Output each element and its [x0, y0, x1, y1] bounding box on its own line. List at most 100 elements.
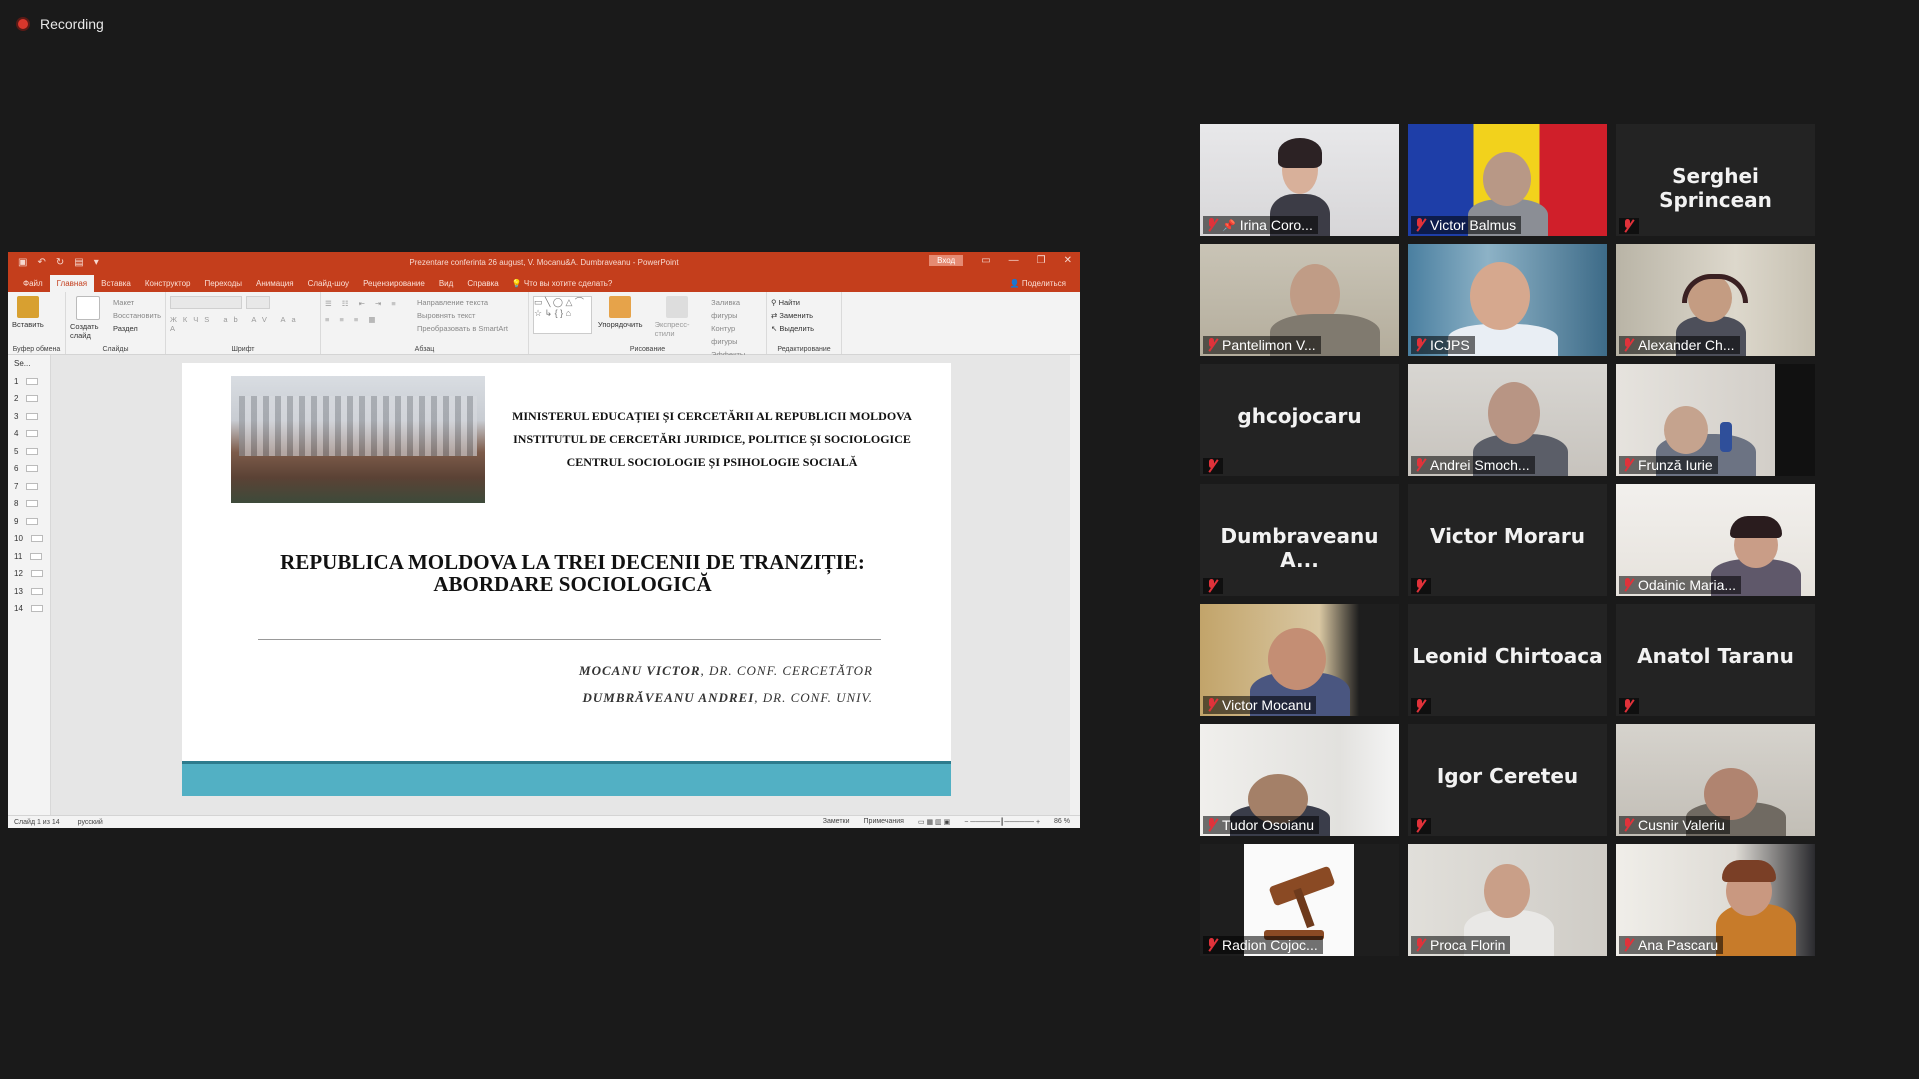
thumbnail-item[interactable]: 9	[8, 513, 50, 531]
tab-help[interactable]: Справка	[460, 275, 505, 292]
participant-tile[interactable]: Leonid Chirtoaca	[1408, 604, 1607, 716]
participant-tile[interactable]: Proca Florin	[1408, 844, 1607, 956]
participant-tile[interactable]: Odainic Maria...	[1616, 484, 1815, 596]
comments-button[interactable]: Примечания	[864, 818, 904, 826]
participant-tile[interactable]: Andrei Smoch...	[1408, 364, 1607, 476]
minimize-icon[interactable]: —	[1009, 255, 1019, 266]
font-format-buttons[interactable]: ЖКЧS ab AV Aa A	[170, 315, 316, 333]
layout-button[interactable]: Макет	[113, 296, 161, 309]
ribbon-display-icon[interactable]: ▭	[981, 255, 990, 266]
share-button[interactable]: 👤 Поделиться	[1010, 279, 1066, 288]
participant-tile[interactable]: Victor Balmus	[1408, 124, 1607, 236]
tab-review[interactable]: Рецензирование	[356, 275, 432, 292]
muted-mic-icon	[1414, 938, 1426, 952]
participant-tile[interactable]: Anatol Taranu	[1616, 604, 1815, 716]
participant-tile[interactable]: ghcojocaru	[1200, 364, 1399, 476]
close-icon[interactable]: ✕	[1064, 255, 1072, 266]
align-text-button[interactable]: Выровнять текст	[417, 309, 508, 322]
zoom-slider[interactable]: − ──────┃────── +	[964, 818, 1040, 826]
participant-tile[interactable]: Dumbraveanu A...	[1200, 484, 1399, 596]
recording-indicator[interactable]: Recording	[16, 16, 104, 32]
editing-group: ⚲ Найти ⇄ Заменить ↖ Выделить Редактиров…	[767, 292, 842, 354]
thumbnail-item[interactable]: 2	[8, 390, 50, 408]
replace-button[interactable]: ⇄ Заменить	[771, 309, 837, 322]
tab-design[interactable]: Конструктор	[138, 275, 198, 292]
tab-view[interactable]: Вид	[432, 275, 460, 292]
participant-display-name: Victor Moraru	[1429, 524, 1586, 548]
tell-me-search[interactable]: 💡 Что вы хотите сделать?	[506, 275, 619, 292]
participant-tile[interactable]: Cusnir Valeriu	[1616, 724, 1815, 836]
paragraph-format-buttons[interactable]: ☰ ☷ ⇤ ⇥ ≡ ≡ ≡ ≡ ▦	[325, 296, 411, 350]
thumbnail-item[interactable]: 1	[8, 373, 50, 391]
new-slide-button[interactable]: Создать слайд	[70, 296, 107, 350]
participant-tile[interactable]: Pantelimon V...	[1200, 244, 1399, 356]
login-button[interactable]: Вход	[929, 255, 964, 266]
tab-insert[interactable]: Вставка	[94, 275, 138, 292]
shapes-gallery[interactable]: ▭ ╲ ◯ △ ⌒ ☆ ↳ { } ⌂	[533, 296, 592, 334]
reset-button[interactable]: Восстановить	[113, 309, 161, 322]
find-button[interactable]: ⚲ Найти	[771, 296, 837, 309]
slide-thumbnails-pane[interactable]: Se... 1 2 3 4 5 6 7 8 9 10 11 12 13 14	[8, 355, 51, 818]
shape-outline-button[interactable]: Контур фигуры	[711, 322, 762, 348]
thumbnail-item[interactable]: 11	[8, 548, 50, 566]
quick-styles-button[interactable]: Экспресс-стили	[655, 296, 700, 350]
thumbnail-item[interactable]: 7	[8, 478, 50, 496]
thumbnail-item[interactable]: 14	[8, 600, 50, 618]
thumbnail-item[interactable]: 5	[8, 443, 50, 461]
font-name-select[interactable]	[170, 296, 242, 309]
participant-tile[interactable]: Ana Pascaru	[1616, 844, 1815, 956]
current-slide[interactable]: MINISTERUL EDUCAȚIEI ȘI CERCETĂRII AL RE…	[182, 363, 951, 796]
thumbnail-item[interactable]: 4	[8, 425, 50, 443]
participant-tile-active-speaker[interactable]: ICJPS	[1408, 244, 1607, 356]
participant-display-name: Leonid Chirtoaca	[1412, 644, 1603, 668]
tab-transitions[interactable]: Переходы	[197, 275, 249, 292]
thumbnail-preview	[30, 570, 43, 578]
person-icon: 👤	[1009, 279, 1022, 288]
thumbnail-preview	[26, 430, 39, 438]
muted-mic-icon	[1206, 218, 1218, 232]
title-bar: ▣ ↶ ↻ ▤ ▾ Prezentare conferinta 26 augus…	[8, 252, 1080, 272]
smartart-button[interactable]: Преобразовать в SmartArt	[417, 322, 508, 335]
muted-mic-icon	[1414, 338, 1426, 352]
participant-tile[interactable]: Victor Mocanu	[1200, 604, 1399, 716]
muted-mic-icon	[1622, 699, 1634, 713]
participant-tile[interactable]: Frunză Iurie	[1616, 364, 1815, 476]
text-direction-button[interactable]: Направление текста	[417, 296, 508, 309]
participant-tile[interactable]: Igor Cereteu	[1408, 724, 1607, 836]
participant-tile[interactable]: Victor Moraru	[1408, 484, 1607, 596]
participant-nameplate	[1411, 818, 1431, 834]
restore-icon[interactable]: ❐	[1037, 255, 1046, 266]
language-indicator[interactable]: русский	[78, 819, 103, 826]
font-group: ЖКЧS ab AV Aa A Шрифт	[166, 292, 321, 354]
participant-tile[interactable]: 📌 Irina Coro...	[1200, 124, 1399, 236]
arrange-button[interactable]: Упорядочить	[598, 296, 643, 350]
participant-tile[interactable]: Alexander Ch...	[1616, 244, 1815, 356]
tab-home[interactable]: Главная	[49, 275, 95, 292]
participant-tile[interactable]: Radion Cojoc...	[1200, 844, 1399, 956]
participant-tile[interactable]: Serghei Sprincean	[1616, 124, 1815, 236]
select-button[interactable]: ↖ Выделить	[771, 322, 837, 335]
thumbnail-item[interactable]: 13	[8, 583, 50, 601]
tab-file[interactable]: Файл	[16, 275, 50, 292]
zoom-level[interactable]: 86 %	[1054, 818, 1070, 826]
tab-animations[interactable]: Анимация	[249, 275, 301, 292]
font-size-select[interactable]	[246, 296, 270, 309]
participant-nameplate	[1203, 458, 1223, 474]
thumbnail-item[interactable]: 10	[8, 530, 50, 548]
notes-button[interactable]: Заметки	[823, 818, 850, 826]
vertical-scrollbar[interactable]	[1070, 355, 1080, 818]
view-buttons[interactable]: ▭ ▦ ▥ ▣	[918, 818, 950, 826]
muted-mic-icon	[1414, 819, 1426, 833]
ribbon-tabs: Файл Главная Вставка Конструктор Переход…	[8, 272, 1080, 292]
participant-tile[interactable]: Tudor Osoianu	[1200, 724, 1399, 836]
section-button[interactable]: Раздел	[113, 322, 161, 335]
building-photo	[231, 376, 485, 503]
shape-fill-button[interactable]: Заливка фигуры	[711, 296, 762, 322]
author-2: DUMBRĂVEANU ANDREI, DR. CONF. UNIV.	[582, 690, 873, 705]
thumbnail-item[interactable]: 8	[8, 495, 50, 513]
thumbnail-item[interactable]: 12	[8, 565, 50, 583]
thumbnail-item[interactable]: 3	[8, 408, 50, 426]
tab-slideshow[interactable]: Слайд-шоу	[301, 275, 356, 292]
paste-button[interactable]: Вставить	[12, 296, 44, 329]
thumbnail-item[interactable]: 6	[8, 460, 50, 478]
